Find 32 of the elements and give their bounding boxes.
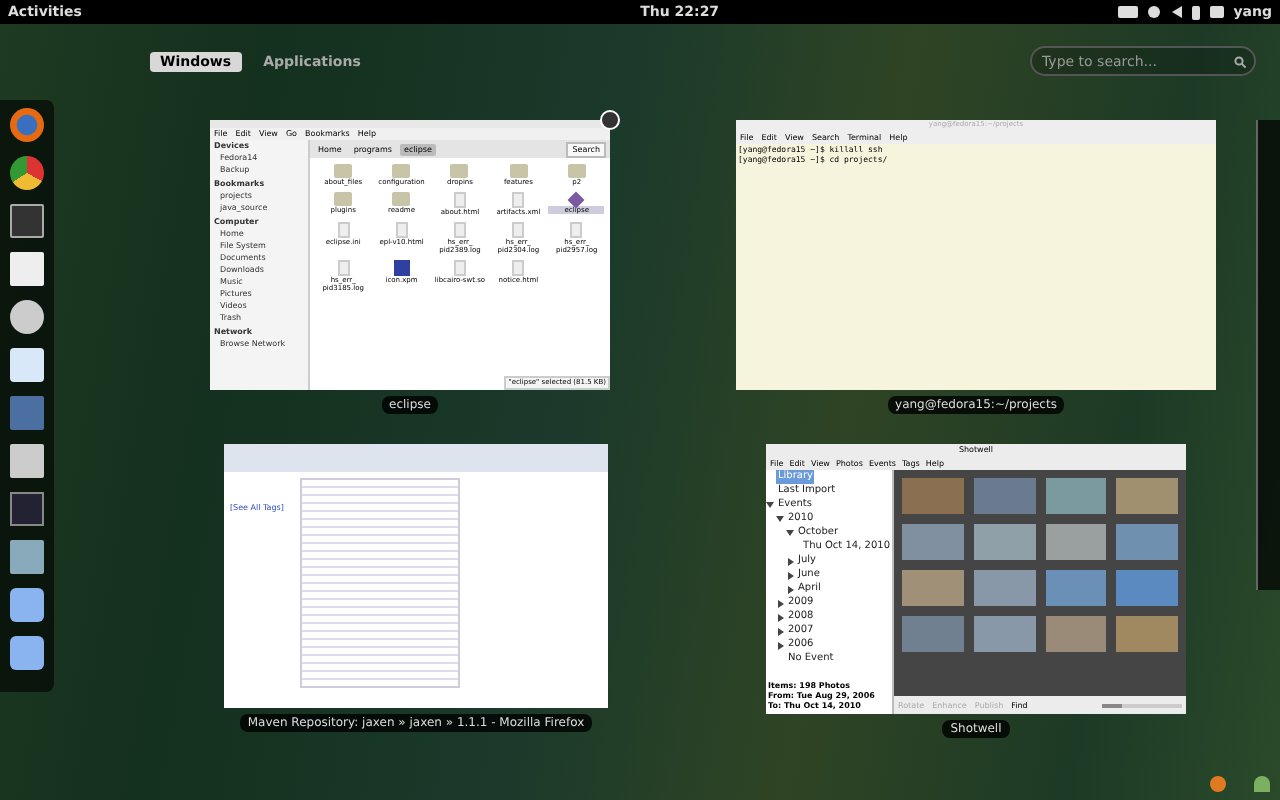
expander-icon[interactable] bbox=[777, 599, 783, 607]
close-icon[interactable] bbox=[600, 110, 620, 130]
expander-icon[interactable] bbox=[777, 613, 783, 621]
folder-icon[interactable] bbox=[450, 164, 469, 178]
file-manager-window[interactable] bbox=[210, 120, 610, 390]
expander-icon[interactable] bbox=[787, 557, 793, 565]
expander-icon[interactable] bbox=[777, 627, 783, 635]
document-icon[interactable] bbox=[512, 260, 525, 276]
photo-placeholder[interactable] bbox=[1045, 478, 1107, 514]
expander-icon[interactable] bbox=[766, 502, 774, 508]
photo-app-window[interactable] bbox=[766, 444, 1186, 714]
image-icon[interactable] bbox=[393, 260, 410, 276]
expander-icon[interactable] bbox=[777, 641, 783, 649]
volume-icon[interactable] bbox=[1169, 6, 1182, 18]
document-icon[interactable] bbox=[453, 260, 466, 276]
expander-icon[interactable] bbox=[787, 585, 793, 593]
photo-placeholder[interactable] bbox=[1045, 616, 1107, 652]
terminal-icon[interactable] bbox=[10, 204, 44, 238]
photo-placeholder[interactable] bbox=[1045, 524, 1107, 560]
folder-icon[interactable] bbox=[567, 164, 586, 178]
workspace-thumbnail[interactable] bbox=[1256, 120, 1280, 590]
folder-icon[interactable] bbox=[509, 164, 528, 178]
document-icon[interactable] bbox=[395, 222, 408, 238]
globe-icon[interactable] bbox=[10, 108, 44, 142]
expander-icon[interactable] bbox=[787, 571, 793, 579]
photo-placeholder[interactable] bbox=[1045, 570, 1107, 606]
document-icon[interactable] bbox=[337, 260, 350, 276]
document-icon[interactable] bbox=[570, 222, 583, 238]
expander-icon[interactable] bbox=[776, 516, 784, 522]
search-icon bbox=[1234, 55, 1246, 67]
expander-icon[interactable] bbox=[786, 530, 794, 536]
document-icon[interactable] bbox=[337, 222, 350, 238]
